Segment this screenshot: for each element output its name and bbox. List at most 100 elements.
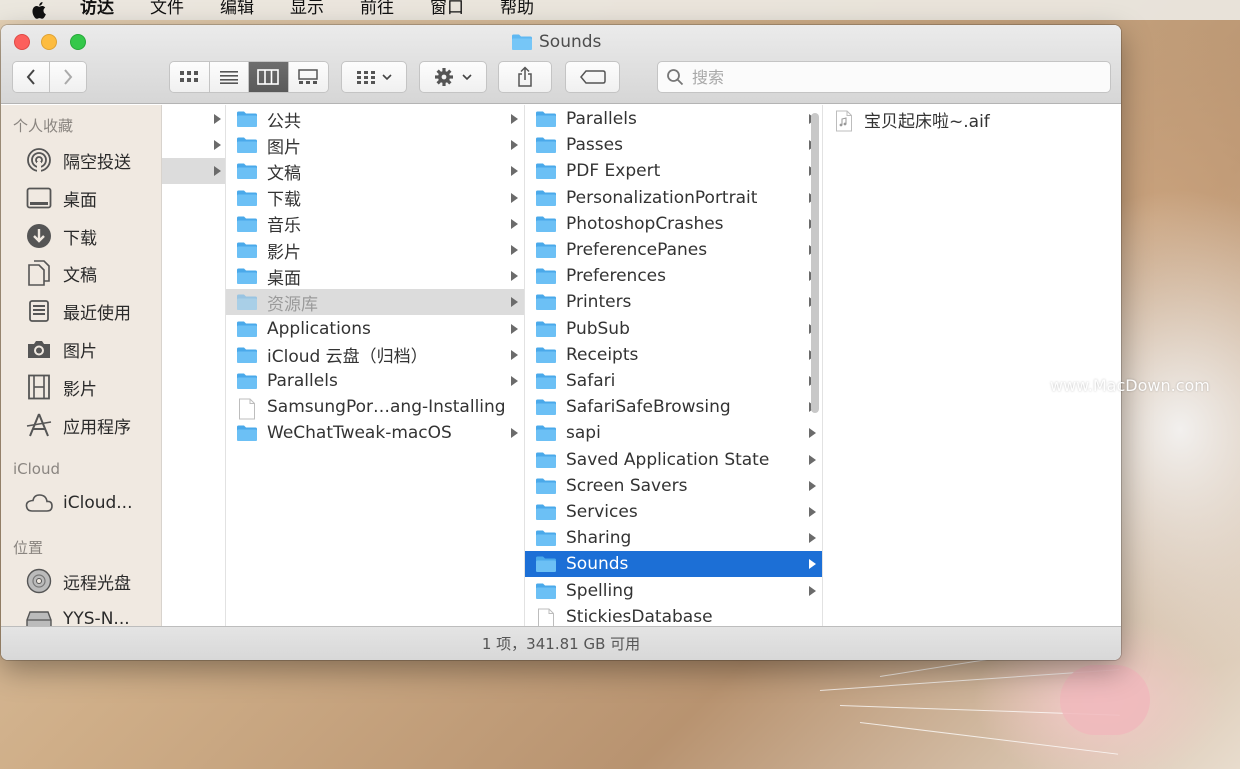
sidebar-item-pictures[interactable]: 图片 bbox=[25, 335, 97, 363]
list-item[interactable]: PhotoshopCrashes bbox=[525, 211, 822, 237]
airdrop-icon bbox=[27, 148, 51, 173]
recents-icon bbox=[29, 300, 49, 322]
folder-icon bbox=[237, 268, 257, 285]
desktop-icon bbox=[26, 187, 52, 209]
list-item[interactable]: PreferencePanes bbox=[525, 237, 822, 263]
disclosure-arrow-icon bbox=[511, 218, 518, 229]
chevron-left-icon bbox=[26, 69, 35, 85]
list-item[interactable]: PersonalizationPortrait bbox=[525, 185, 822, 211]
list-item[interactable]: Parallels bbox=[525, 106, 822, 132]
forward-button[interactable] bbox=[49, 62, 86, 92]
sidebar-item-downloads[interactable]: 下载 bbox=[25, 222, 97, 250]
list-item[interactable]: Passes bbox=[525, 132, 822, 158]
list-item[interactable] bbox=[162, 106, 225, 132]
list-item[interactable] bbox=[162, 132, 225, 158]
sidebar-item-label: 下载 bbox=[63, 228, 97, 249]
finder-window: Sounds 搜索 个人收藏 隔空投送 桌面 下载 文稿 最近使用 图片 影片 … bbox=[1, 25, 1121, 660]
close-button[interactable] bbox=[14, 34, 30, 50]
disclosure-arrow-icon bbox=[511, 114, 518, 124]
list-item[interactable]: Screen Savers bbox=[525, 473, 822, 499]
list-item[interactable]: 宝贝起床啦~.aif bbox=[823, 106, 1120, 132]
list-item[interactable]: 桌面 bbox=[226, 263, 524, 289]
list-item-selected[interactable] bbox=[162, 158, 225, 184]
list-item[interactable]: Parallels bbox=[226, 368, 524, 394]
list-item-selected[interactable]: Sounds bbox=[525, 551, 822, 578]
list-item[interactable]: WeChatTweak-macOS bbox=[226, 420, 524, 446]
sidebar-item-applications[interactable]: 应用程序 bbox=[25, 411, 131, 439]
sidebar-item-desktop[interactable]: 桌面 bbox=[25, 184, 97, 212]
list-item[interactable]: SamsungPor…ang-Installing bbox=[226, 394, 524, 420]
sidebar-item-recents[interactable]: 最近使用 bbox=[25, 297, 131, 325]
list-item[interactable]: Sharing bbox=[525, 525, 822, 551]
list-item[interactable]: Applications bbox=[226, 316, 524, 342]
list-item[interactable]: PDF Expert bbox=[525, 158, 822, 184]
sidebar-item-airdrop[interactable]: 隔空投送 bbox=[25, 146, 131, 174]
search-input[interactable] bbox=[692, 67, 1092, 87]
list-item[interactable]: PubSub bbox=[525, 316, 822, 342]
gear-icon bbox=[435, 68, 453, 86]
list-item[interactable]: 下载 bbox=[226, 185, 524, 211]
list-item-label: SafariSafeBrowsing bbox=[566, 397, 731, 418]
sidebar-item-movies[interactable]: 影片 bbox=[25, 373, 97, 401]
list-item[interactable]: SafariSafeBrowsing bbox=[525, 394, 822, 420]
list-item-label: Passes bbox=[566, 135, 623, 156]
window-title: Sounds bbox=[511, 31, 601, 53]
icon-view-button[interactable] bbox=[170, 62, 210, 92]
list-item[interactable]: 文稿 bbox=[226, 158, 524, 184]
list-item-label: PDF Expert bbox=[566, 161, 661, 182]
back-button[interactable] bbox=[13, 62, 50, 92]
menu-edit[interactable]: 编辑 bbox=[220, 0, 254, 17]
list-item-label: Saved Application State bbox=[566, 449, 770, 470]
list-item[interactable]: Saved Application State bbox=[525, 447, 822, 473]
list-item[interactable]: 影片 bbox=[226, 237, 524, 263]
menu-view[interactable]: 显示 bbox=[290, 0, 324, 17]
minimize-button[interactable] bbox=[41, 34, 57, 50]
cloud-icon bbox=[25, 494, 53, 512]
list-item-label: 资源库 bbox=[267, 294, 318, 315]
list-item[interactable]: Services bbox=[525, 499, 822, 525]
list-item[interactable]: 图片 bbox=[226, 132, 524, 158]
document-icon bbox=[538, 608, 554, 626]
list-item[interactable]: Printers bbox=[525, 289, 822, 315]
scrollbar-thumb[interactable] bbox=[811, 113, 819, 413]
list-item[interactable]: iCloud 云盘（归档） bbox=[226, 342, 524, 368]
sidebar-item-icloud-drive[interactable]: iCloud... bbox=[25, 489, 133, 517]
sidebar-item-label: 桌面 bbox=[63, 190, 97, 211]
column-1 bbox=[162, 105, 226, 626]
list-item[interactable]: sapi bbox=[525, 420, 822, 446]
sidebar-item-label: 影片 bbox=[63, 379, 97, 400]
list-view-button[interactable] bbox=[209, 62, 249, 92]
list-item[interactable]: Preferences bbox=[525, 263, 822, 289]
gallery-view-button[interactable] bbox=[288, 62, 328, 92]
column-view-button[interactable] bbox=[249, 62, 289, 92]
zoom-button[interactable] bbox=[70, 34, 86, 50]
list-item[interactable]: Spelling bbox=[525, 578, 822, 604]
list-item[interactable]: 公共 bbox=[226, 106, 524, 132]
action-button[interactable] bbox=[419, 61, 487, 93]
list-item-label: 下载 bbox=[267, 190, 301, 211]
menu-help[interactable]: 帮助 bbox=[500, 0, 534, 17]
menu-finder[interactable]: 访达 bbox=[80, 0, 114, 17]
list-item[interactable]: Receipts bbox=[525, 342, 822, 368]
disclosure-arrow-icon bbox=[511, 271, 518, 282]
disclosure-arrow-icon bbox=[809, 428, 816, 439]
folder-icon bbox=[536, 425, 556, 442]
sidebar-item-documents[interactable]: 文稿 bbox=[25, 259, 97, 287]
group-by-button[interactable] bbox=[341, 61, 407, 93]
apple-menu-icon[interactable] bbox=[30, 0, 50, 20]
applications-icon bbox=[26, 413, 52, 437]
menu-file[interactable]: 文件 bbox=[150, 0, 184, 17]
list-item[interactable]: 音乐 bbox=[226, 211, 524, 237]
disclosure-arrow-icon bbox=[511, 428, 518, 439]
sidebar-item-drive[interactable]: YYS-N... bbox=[25, 605, 130, 626]
tags-button[interactable] bbox=[565, 61, 620, 93]
list-item-selected[interactable]: 资源库 bbox=[226, 289, 524, 316]
list-item[interactable]: StickiesDatabase bbox=[525, 604, 822, 626]
sidebar-item-remote-disc[interactable]: 远程光盘 bbox=[25, 567, 131, 595]
menu-go[interactable]: 前往 bbox=[360, 0, 394, 17]
menu-window[interactable]: 窗口 bbox=[430, 0, 464, 17]
search-field[interactable] bbox=[657, 61, 1111, 93]
list-item[interactable]: Safari bbox=[525, 368, 822, 394]
folder-icon bbox=[536, 452, 556, 468]
share-button[interactable] bbox=[498, 61, 552, 93]
